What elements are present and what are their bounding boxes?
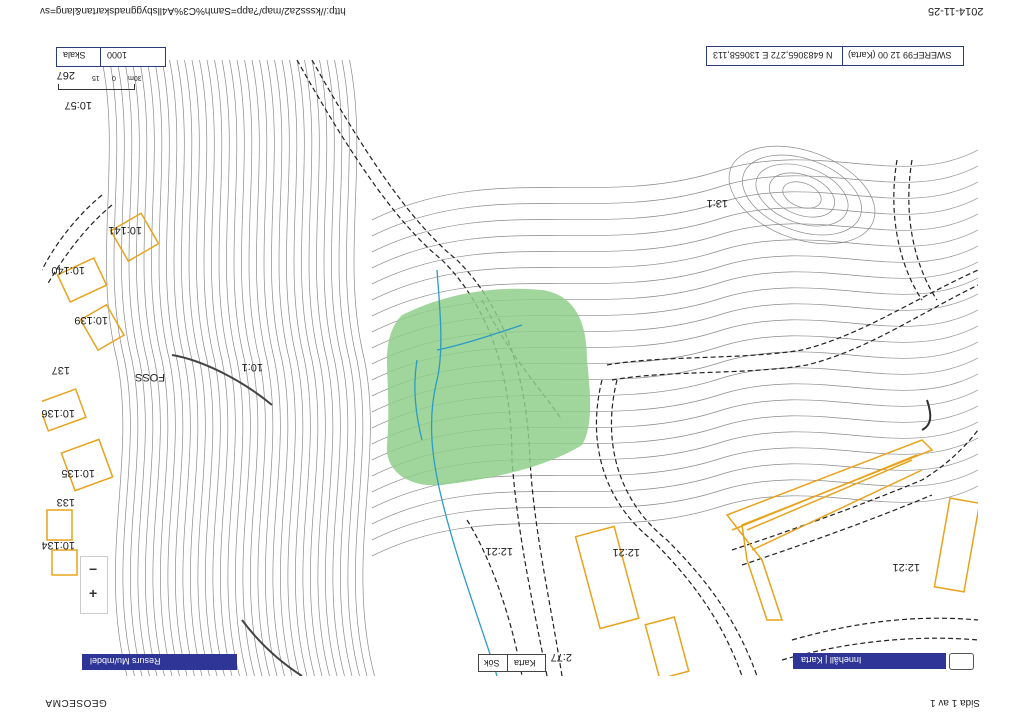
map-canvas[interactable]: 10:57 267 10:141 10:140 10:139 10:1 FOSS 137 10:… [42, 60, 978, 676]
highlight-area [386, 288, 591, 486]
coordinate-text: N 6483065,272 E 130658,113 [713, 50, 833, 60]
divider [100, 48, 101, 66]
zoom-out-button[interactable]: − [89, 561, 97, 577]
map-label-parcel-137: 137 [52, 364, 70, 376]
print-date: 2014-11-25 [928, 5, 984, 17]
map-label-parcel-10-134: 10:134 [42, 539, 75, 551]
map-label-parcel-267: 267 [57, 69, 75, 81]
divider [842, 47, 843, 65]
search-map-toggle[interactable]: Sök Karta [478, 654, 546, 672]
coordinate-display[interactable]: N 6483065,272 E 130658,113 SWEREF99 12 0… [706, 46, 964, 66]
map-label-parcel-2-77: 2:77 [551, 651, 572, 663]
scale-ruler [58, 84, 135, 90]
footer-page-number: Sida 1 av 1 [930, 697, 981, 708]
map-label-parcel-10-1: 10:1 [242, 361, 263, 373]
crs-selector[interactable]: SWEREF99 12 00 (Karta) [848, 50, 952, 60]
resource-panel-label: Resurs Mu/mbdel [90, 656, 161, 666]
map-label-parcel-10-136: 10:136 [42, 407, 75, 419]
divider [507, 655, 508, 671]
scale-value[interactable]: 1000 [107, 50, 127, 60]
zoom-in-button[interactable]: + [89, 585, 97, 601]
panel-toggle-button[interactable] [949, 653, 974, 670]
map-label-parcel-12-21-a: 12:21 [485, 545, 513, 557]
resource-panel-bar[interactable]: Resurs Mu/mbdel [82, 654, 237, 670]
ruler-label-15: 15 [92, 74, 100, 81]
map-label-parcel-133: 133 [57, 496, 75, 508]
zoom-control[interactable]: − + [80, 556, 108, 614]
map-button[interactable]: Karta [514, 658, 536, 668]
ruler-label-30m: 30m [128, 74, 142, 81]
map-label-place-foss: FOSS [135, 371, 165, 383]
scale-label: Skala [63, 50, 86, 60]
scale-selector[interactable]: Skala 1000 [56, 47, 166, 67]
map-label-parcel-12-21-c: 12:21 [892, 561, 920, 573]
print-url: http://ksss2a2/map/?app=Samh%C3%A4llsbyg… [40, 5, 346, 16]
map-label-parcel-10-57: 10:57 [64, 99, 92, 111]
map-label-parcel-10-140: 10:140 [51, 264, 85, 276]
map-label-parcel-10-135: 10:135 [61, 467, 95, 479]
map-label-parcel-13-1: 13:1 [707, 197, 728, 209]
map-label-parcel-12-21-b: 12:21 [612, 546, 640, 558]
map-label-parcel-10-141: 10:141 [108, 224, 142, 236]
footer-brand: GEOSECMA [45, 697, 107, 708]
search-button[interactable]: Sök [484, 658, 500, 668]
map-label-parcel-10-139: 10:139 [74, 314, 108, 326]
content-panel-label: Innehåll | Karta [801, 655, 862, 665]
content-panel-bar[interactable]: Innehåll | Karta [793, 653, 946, 669]
ruler-label-0: 0 [112, 74, 116, 81]
